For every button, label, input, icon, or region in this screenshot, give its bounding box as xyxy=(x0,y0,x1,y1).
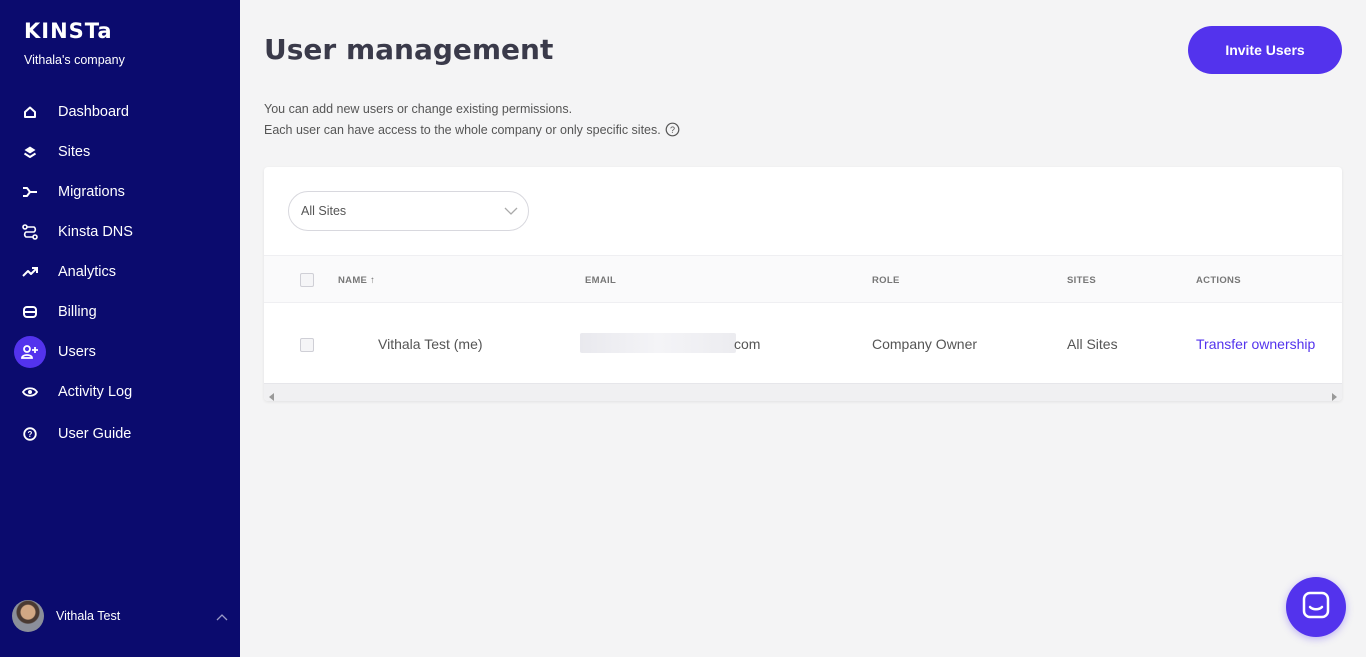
transfer-ownership-link[interactable]: Transfer ownership xyxy=(1196,336,1315,352)
sidebar-item-analytics[interactable]: Analytics xyxy=(0,252,240,292)
sidebar-item-dashboard[interactable]: Dashboard xyxy=(0,92,240,132)
migrations-icon xyxy=(14,176,46,208)
chevron-down-icon xyxy=(504,205,518,219)
scroll-right-icon[interactable] xyxy=(1331,388,1337,406)
sidebar-item-label: Dashboard xyxy=(58,104,129,120)
description-line-1: You can add new users or change existing… xyxy=(264,102,573,116)
sidebar-item-label: Sites xyxy=(58,144,91,160)
select-all-checkbox[interactable] xyxy=(300,273,314,287)
user-name-cell: Vithala Test (me) xyxy=(378,336,483,352)
sites-filter-value: All Sites xyxy=(301,204,347,218)
sidebar-item-label: Migrations xyxy=(58,184,125,200)
column-role: ROLE xyxy=(872,275,900,286)
billing-icon xyxy=(14,296,46,328)
sidebar: KINSTa Vithala's company Dashboard Sites… xyxy=(0,0,240,657)
sites-filter-select[interactable]: All Sites xyxy=(288,191,529,231)
column-name[interactable]: NAME ↑ xyxy=(338,275,375,286)
row-checkbox[interactable] xyxy=(300,338,314,352)
help-icon[interactable]: ? xyxy=(665,122,680,137)
column-sites: SITES xyxy=(1067,275,1096,286)
sidebar-item-label: Analytics xyxy=(58,264,117,280)
chat-support-button[interactable] xyxy=(1286,577,1346,637)
sidebar-item-sites[interactable]: Sites xyxy=(0,132,240,172)
email-cell: com xyxy=(734,336,761,352)
sidebar-nav: Dashboard Sites Migrations Kinsta DNS An… xyxy=(0,92,240,454)
table-row: Vithala Test (me) com Company Owner All … xyxy=(264,303,1342,383)
eye-icon xyxy=(14,376,46,408)
sidebar-item-kinsta-dns[interactable]: Kinsta DNS xyxy=(0,212,240,252)
dns-icon xyxy=(14,216,46,248)
column-actions: ACTIONS xyxy=(1196,275,1241,286)
home-icon xyxy=(14,96,46,128)
email-redacted xyxy=(580,333,736,353)
sidebar-item-billing[interactable]: Billing xyxy=(0,292,240,332)
help-circle-icon: ? xyxy=(14,418,46,450)
kinsta-logo[interactable]: KINSTa xyxy=(24,19,113,43)
sidebar-item-label: Users xyxy=(58,344,96,360)
column-email: EMAIL xyxy=(585,275,617,286)
user-menu[interactable]: Vithala Test xyxy=(12,600,232,632)
trend-icon xyxy=(14,256,46,288)
sidebar-item-user-guide[interactable]: ? User Guide xyxy=(0,414,240,454)
avatar xyxy=(12,600,44,632)
page-title: User management xyxy=(264,33,554,66)
sidebar-item-label: Kinsta DNS xyxy=(58,224,133,240)
scroll-left-icon[interactable] xyxy=(269,388,275,406)
table-header: NAME ↑ EMAIL ROLE SITES ACTIONS xyxy=(264,255,1342,303)
sidebar-item-migrations[interactable]: Migrations xyxy=(0,172,240,212)
sidebar-item-label: Activity Log xyxy=(58,384,133,400)
role-cell: Company Owner xyxy=(872,336,978,352)
svg-text:?: ? xyxy=(670,125,675,135)
svg-text:?: ? xyxy=(28,430,33,439)
user-name: Vithala Test xyxy=(56,609,121,623)
add-user-icon xyxy=(14,336,46,368)
sidebar-item-label: Billing xyxy=(58,304,97,320)
invite-users-button[interactable]: Invite Users xyxy=(1188,26,1342,74)
layers-icon xyxy=(14,136,46,168)
horizontal-scrollbar[interactable] xyxy=(264,383,1342,401)
chat-icon xyxy=(1302,591,1330,624)
sidebar-item-activity-log[interactable]: Activity Log xyxy=(0,372,240,412)
description-text: Each user can have access to the whole c… xyxy=(264,122,661,137)
chevron-up-icon[interactable] xyxy=(216,608,228,626)
description-line-2: Each user can have access to the whole c… xyxy=(264,122,680,137)
sidebar-item-label: User Guide xyxy=(58,426,132,442)
users-card: All Sites NAME ↑ EMAIL ROLE SITES ACTION… xyxy=(264,167,1342,401)
sidebar-item-users[interactable]: Users xyxy=(0,332,240,372)
company-name: Vithala's company xyxy=(24,53,125,67)
sites-cell: All Sites xyxy=(1067,336,1118,352)
